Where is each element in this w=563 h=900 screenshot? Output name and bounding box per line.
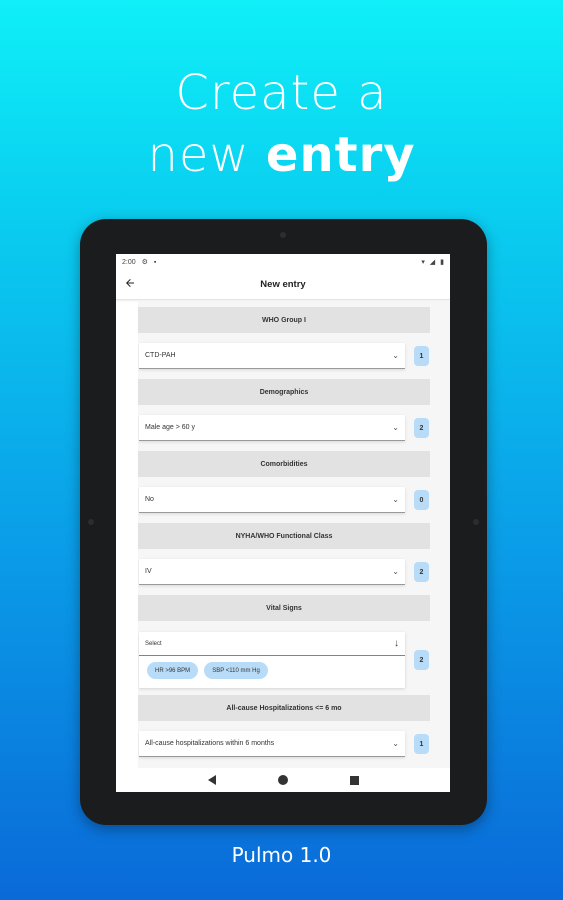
status-bar: 2:00 ⚙ ▪ ▾ ◢ ▮ xyxy=(116,254,450,270)
headline-line2-regular: new xyxy=(147,127,250,183)
headline-line2-bold: entry xyxy=(265,127,416,183)
chip-list: HR >96 BPM SBP <110 mm Hg xyxy=(139,656,405,685)
select-value: IV xyxy=(145,568,152,575)
demographics-select[interactable]: Male age > 60 y ⌄ xyxy=(139,415,405,441)
nav-home-icon[interactable] xyxy=(277,775,288,785)
section-header: Comorbidities xyxy=(138,451,430,477)
section-header: WHO Group I xyxy=(138,307,430,333)
device-screen: 2:00 ⚙ ▪ ▾ ◢ ▮ New entry WHO Group I CTD… xyxy=(116,254,450,792)
field-row: IV ⌄ 2 xyxy=(138,549,450,595)
score-badge: 2 xyxy=(414,562,429,582)
signal-icon: ◢ xyxy=(429,259,436,266)
section-hospitalizations: All-cause Hospitalizations <= 6 mo All-c… xyxy=(138,695,450,767)
side-sensor-right xyxy=(473,519,479,525)
chevron-down-icon: ⌄ xyxy=(392,423,399,432)
select-value: No xyxy=(145,496,154,503)
field-row: Male age > 60 y ⌄ 2 xyxy=(138,405,450,451)
section-vital-signs: Vital Signs Select ↓ HR >96 BPM SBP <110… xyxy=(138,595,450,695)
chevron-down-icon: ⌄ xyxy=(392,351,399,360)
select-value: Male age > 60 y xyxy=(145,424,196,431)
who-group-select[interactable]: CTD-PAH ⌄ xyxy=(139,343,405,369)
field-row: No ⌄ 0 xyxy=(138,477,450,523)
entry-form: WHO Group I CTD-PAH ⌄ 1 Demographics Mal… xyxy=(138,301,450,768)
system-nav-bar xyxy=(116,768,450,792)
headline-line2: new entry xyxy=(0,124,563,186)
headline-line1: Create a xyxy=(175,65,388,121)
hospitalizations-select[interactable]: All-cause hospitalizations within 6 mont… xyxy=(139,731,405,757)
nav-back-icon[interactable] xyxy=(207,775,216,785)
score-badge: 1 xyxy=(414,734,429,754)
section-header: All-cause Hospitalizations <= 6 mo xyxy=(138,695,430,721)
battery-icon: ▮ xyxy=(440,259,444,266)
select-value: All-cause hospitalizations within 6 mont… xyxy=(145,740,275,747)
vital-signs-multiselect[interactable]: Select ↓ HR >96 BPM SBP <110 mm Hg xyxy=(139,632,405,688)
status-right: ▾ ◢ ▮ xyxy=(418,258,444,266)
arrow-back-icon[interactable] xyxy=(124,277,140,293)
app-bar: New entry xyxy=(116,270,450,300)
arrow-down-icon[interactable]: ↓ xyxy=(394,638,399,649)
section-demographics: Demographics Male age > 60 y ⌄ 2 xyxy=(138,379,450,451)
section-who-group: WHO Group I CTD-PAH ⌄ 1 xyxy=(138,307,450,379)
functional-class-select[interactable]: IV ⌄ xyxy=(139,559,405,585)
notification-icon: ▪ xyxy=(153,259,157,266)
chip[interactable]: SBP <110 mm Hg xyxy=(204,662,268,679)
field-row: Select ↓ HR >96 BPM SBP <110 mm Hg 2 xyxy=(138,621,450,695)
section-functional-class: NYHA/WHO Functional Class IV ⌄ 2 xyxy=(138,523,450,595)
comorbidities-select[interactable]: No ⌄ xyxy=(139,487,405,513)
score-badge: 2 xyxy=(414,650,429,670)
section-comorbidities: Comorbidities No ⌄ 0 xyxy=(138,451,450,523)
chevron-down-icon: ⌄ xyxy=(392,567,399,576)
section-header: Demographics xyxy=(138,379,430,405)
nav-recents-icon[interactable] xyxy=(349,775,359,785)
chevron-down-icon: ⌄ xyxy=(392,495,399,504)
multiselect-placeholder: Select xyxy=(145,640,162,647)
app-version-label: Pulmo 1.0 xyxy=(231,843,332,867)
front-camera xyxy=(280,232,286,238)
section-header: NYHA/WHO Functional Class xyxy=(138,523,430,549)
select-value: CTD-PAH xyxy=(145,352,176,359)
wifi-icon: ▾ xyxy=(421,259,425,266)
field-row: All-cause hospitalizations within 6 mont… xyxy=(138,721,450,767)
chip[interactable]: HR >96 BPM xyxy=(147,662,199,679)
multiselect-input[interactable]: Select ↓ xyxy=(139,632,405,656)
field-row: CTD-PAH ⌄ 1 xyxy=(138,333,450,379)
score-badge: 1 xyxy=(414,346,429,366)
side-sensor-left xyxy=(88,519,94,525)
settings-icon: ⚙ xyxy=(141,259,148,266)
page-title: New entry xyxy=(260,279,306,290)
status-time: 2:00 xyxy=(122,259,136,266)
section-header: Vital Signs xyxy=(138,595,430,621)
promo-headline: Create a new entry xyxy=(0,62,563,186)
score-badge: 2 xyxy=(414,418,429,438)
score-badge: 0 xyxy=(414,490,429,510)
status-left: 2:00 ⚙ ▪ xyxy=(122,258,160,266)
chevron-down-icon: ⌄ xyxy=(392,739,399,748)
